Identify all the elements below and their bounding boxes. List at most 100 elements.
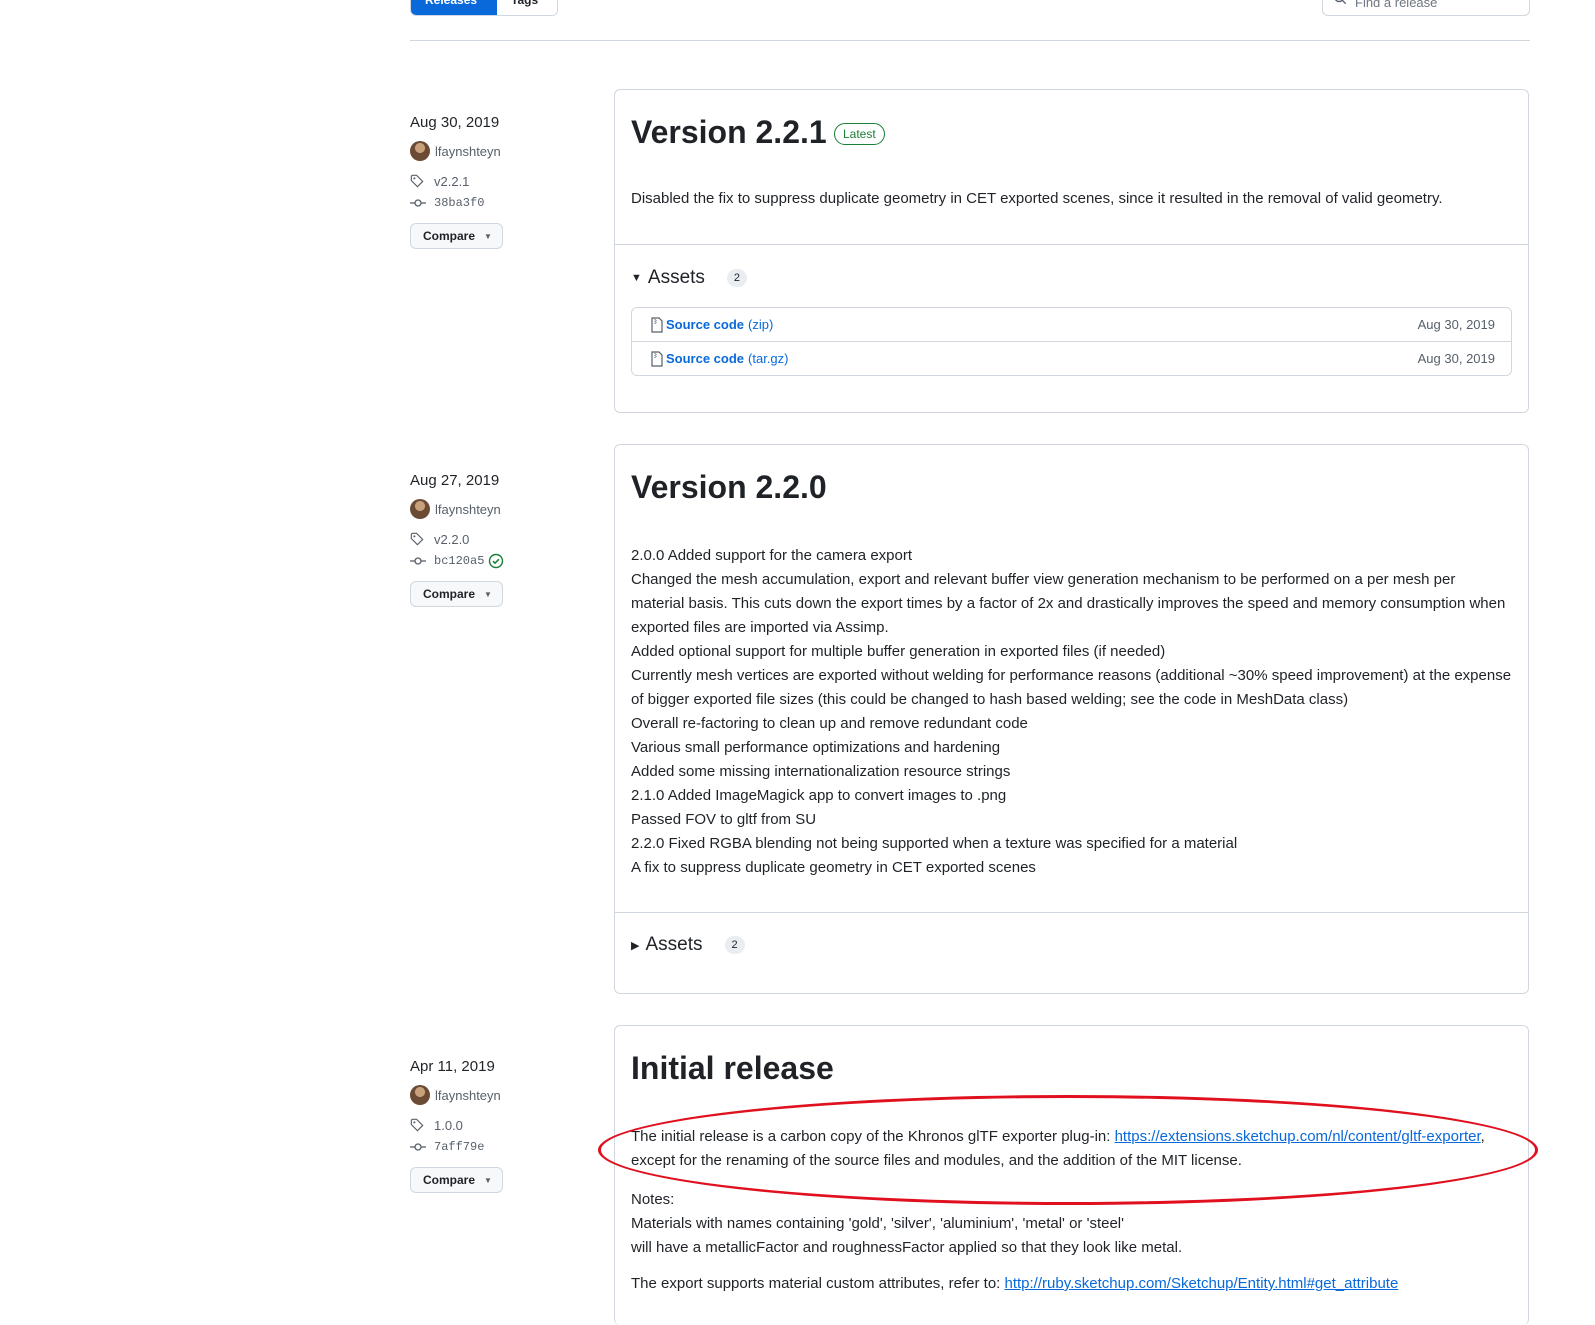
compare-button[interactable]: Compare ▼	[410, 581, 503, 607]
compare-label: Compare	[423, 229, 476, 243]
gltf-exporter-link[interactable]: https://extensions.sketchup.com/nl/conte…	[1115, 1128, 1481, 1145]
tab-tags[interactable]: Tags	[497, 0, 557, 15]
triangle-right-icon: ▶	[631, 939, 640, 952]
author-link[interactable]: lfaynshteyn	[410, 498, 504, 520]
file-zip-icon	[651, 316, 663, 333]
assets-toggle[interactable]: ▼ Assets 2	[631, 267, 748, 289]
release-note-line: Added optional support for multiple buff…	[631, 643, 1166, 660]
assets-count: 2	[724, 936, 745, 954]
release-card: Version 2.2.1 Latest Disabled the fix to…	[614, 89, 1529, 413]
release-note-line: Added some missing internationalization …	[631, 763, 1011, 780]
asset-date: Aug 30, 2019	[1417, 317, 1495, 332]
asset-date: Aug 30, 2019	[1417, 351, 1495, 366]
commit-link[interactable]: 38ba3f0	[410, 192, 503, 214]
avatar	[410, 499, 430, 519]
commit-link[interactable]: 7aff79e	[410, 1136, 503, 1158]
release-note-line: Notes:	[631, 1191, 675, 1208]
tag-name: 1.0.0	[434, 1117, 463, 1133]
release-note-line: A fix to suppress duplicate geometry in …	[631, 859, 1036, 876]
find-release-input[interactable]: Find a release	[1322, 0, 1530, 16]
tag-icon	[410, 532, 424, 546]
release-meta: Apr 11, 2019 lfaynshteyn 1.0.0 7aff79e C…	[410, 1058, 503, 1193]
commit-link[interactable]: bc120a5	[410, 550, 504, 572]
author-name: lfaynshteyn	[435, 501, 501, 517]
compare-label: Compare	[423, 587, 476, 601]
author-name: lfaynshteyn	[435, 143, 501, 159]
release-note-line: Overall re-factoring to clean up and rem…	[631, 715, 1028, 732]
search-placeholder: Find a release	[1355, 0, 1438, 10]
asset-format[interactable]: (tar.gz)	[748, 351, 788, 366]
tag-link[interactable]: v2.2.1	[410, 170, 503, 192]
assets-label: Assets	[645, 934, 703, 955]
release-toolbar: Releases Tags Find a release	[410, 0, 1530, 41]
release-note-line: Various small performance optimizations …	[631, 739, 1001, 756]
tag-icon	[410, 174, 424, 188]
extra-text: The export supports material custom attr…	[631, 1275, 1005, 1292]
release-title[interactable]: Version 2.2.1	[631, 114, 827, 151]
release-meta: Aug 27, 2019 lfaynshteyn v2.2.0 bc120a5 …	[410, 472, 504, 607]
release-notes: The initial release is a carbon copy of …	[631, 1125, 1512, 1296]
asset-row[interactable]: Source code (zip) Aug 30, 2019	[632, 308, 1511, 341]
release-note-line: will have a metallicFactor and roughness…	[631, 1239, 1183, 1256]
tag-icon	[410, 1118, 424, 1132]
release-date: Aug 27, 2019	[410, 472, 500, 489]
commit-icon	[410, 1143, 426, 1151]
asset-format[interactable]: (zip)	[748, 317, 773, 332]
release-note-line: Materials with names containing 'gold', …	[631, 1215, 1125, 1232]
intro-text: The initial release is a carbon copy of …	[631, 1128, 1115, 1145]
release-title[interactable]: Initial release	[631, 1050, 834, 1087]
release-note-line: Changed the mesh accumulation, export an…	[631, 571, 1506, 636]
author-link[interactable]: lfaynshteyn	[410, 140, 503, 162]
release-title[interactable]: Version 2.2.0	[631, 469, 827, 506]
release-note-line: 2.2.0 Fixed RGBA blending not being supp…	[631, 835, 1238, 852]
compare-button[interactable]: Compare ▼	[410, 1167, 503, 1193]
asset-link[interactable]: Source code	[666, 317, 744, 332]
caret-down-icon: ▼	[484, 589, 492, 599]
commit-sha: 7aff79e	[434, 1140, 485, 1154]
avatar	[410, 1085, 430, 1105]
release-intro: The initial release is a carbon copy of …	[631, 1125, 1512, 1173]
asset-row[interactable]: Source code (tar.gz) Aug 30, 2019	[632, 341, 1511, 375]
verified-check-icon[interactable]	[488, 553, 504, 569]
assets-list: Source code (zip) Aug 30, 2019 Source co…	[631, 307, 1512, 376]
tag-link[interactable]: v2.2.0	[410, 528, 504, 550]
assets-count: 2	[726, 269, 748, 287]
assets-toggle[interactable]: ▶ Assets 2	[631, 934, 745, 956]
tab-releases[interactable]: Releases	[411, 0, 497, 15]
releases-tags-toggle: Releases Tags	[410, 0, 558, 16]
release-note-line: Currently mesh vertices are exported wit…	[631, 667, 1512, 708]
release-note-line: Disabled the fix to suppress duplicate g…	[631, 190, 1443, 207]
release-date: Aug 30, 2019	[410, 114, 500, 131]
commit-icon	[410, 557, 426, 565]
release-card: Initial release The initial release is a…	[614, 1025, 1529, 1325]
release-note-line: 2.1.0 Added ImageMagick app to convert i…	[631, 787, 1007, 804]
divider	[615, 912, 1528, 913]
release-note-line: Passed FOV to gltf from SU	[631, 811, 817, 828]
sketchup-api-link[interactable]: http://ruby.sketchup.com/Sketchup/Entity…	[1005, 1275, 1399, 1292]
asset-link[interactable]: Source code	[666, 351, 744, 366]
tag-name: v2.2.1	[434, 173, 470, 189]
release-extra: The export supports material custom attr…	[631, 1272, 1512, 1296]
release-note-line: 2.0.0 Added support for the camera expor…	[631, 547, 913, 564]
file-zip-icon	[651, 350, 663, 367]
avatar	[410, 141, 430, 161]
assets-label: Assets	[647, 267, 705, 288]
commit-sha: bc120a5	[434, 554, 485, 568]
caret-down-icon: ▼	[484, 231, 492, 241]
release-notes: Disabled the fix to suppress duplicate g…	[631, 187, 1512, 211]
triangle-down-icon: ▼	[631, 272, 642, 284]
release-notes: 2.0.0 Added support for the camera expor…	[631, 544, 1512, 880]
caret-down-icon: ▼	[484, 1175, 492, 1185]
compare-label: Compare	[423, 1173, 476, 1187]
latest-badge: Latest	[834, 123, 885, 145]
release-card: Version 2.2.0 2.0.0 Added support for th…	[614, 444, 1529, 994]
author-name: lfaynshteyn	[435, 1087, 501, 1103]
divider	[615, 244, 1528, 245]
search-icon	[1334, 0, 1347, 5]
release-notes-list: Notes: Materials with names containing '…	[631, 1188, 1512, 1260]
release-meta: Aug 30, 2019 lfaynshteyn v2.2.1 38ba3f0 …	[410, 114, 503, 249]
commit-sha: 38ba3f0	[434, 196, 485, 210]
tag-link[interactable]: 1.0.0	[410, 1114, 503, 1136]
compare-button[interactable]: Compare ▼	[410, 223, 503, 249]
author-link[interactable]: lfaynshteyn	[410, 1084, 503, 1106]
